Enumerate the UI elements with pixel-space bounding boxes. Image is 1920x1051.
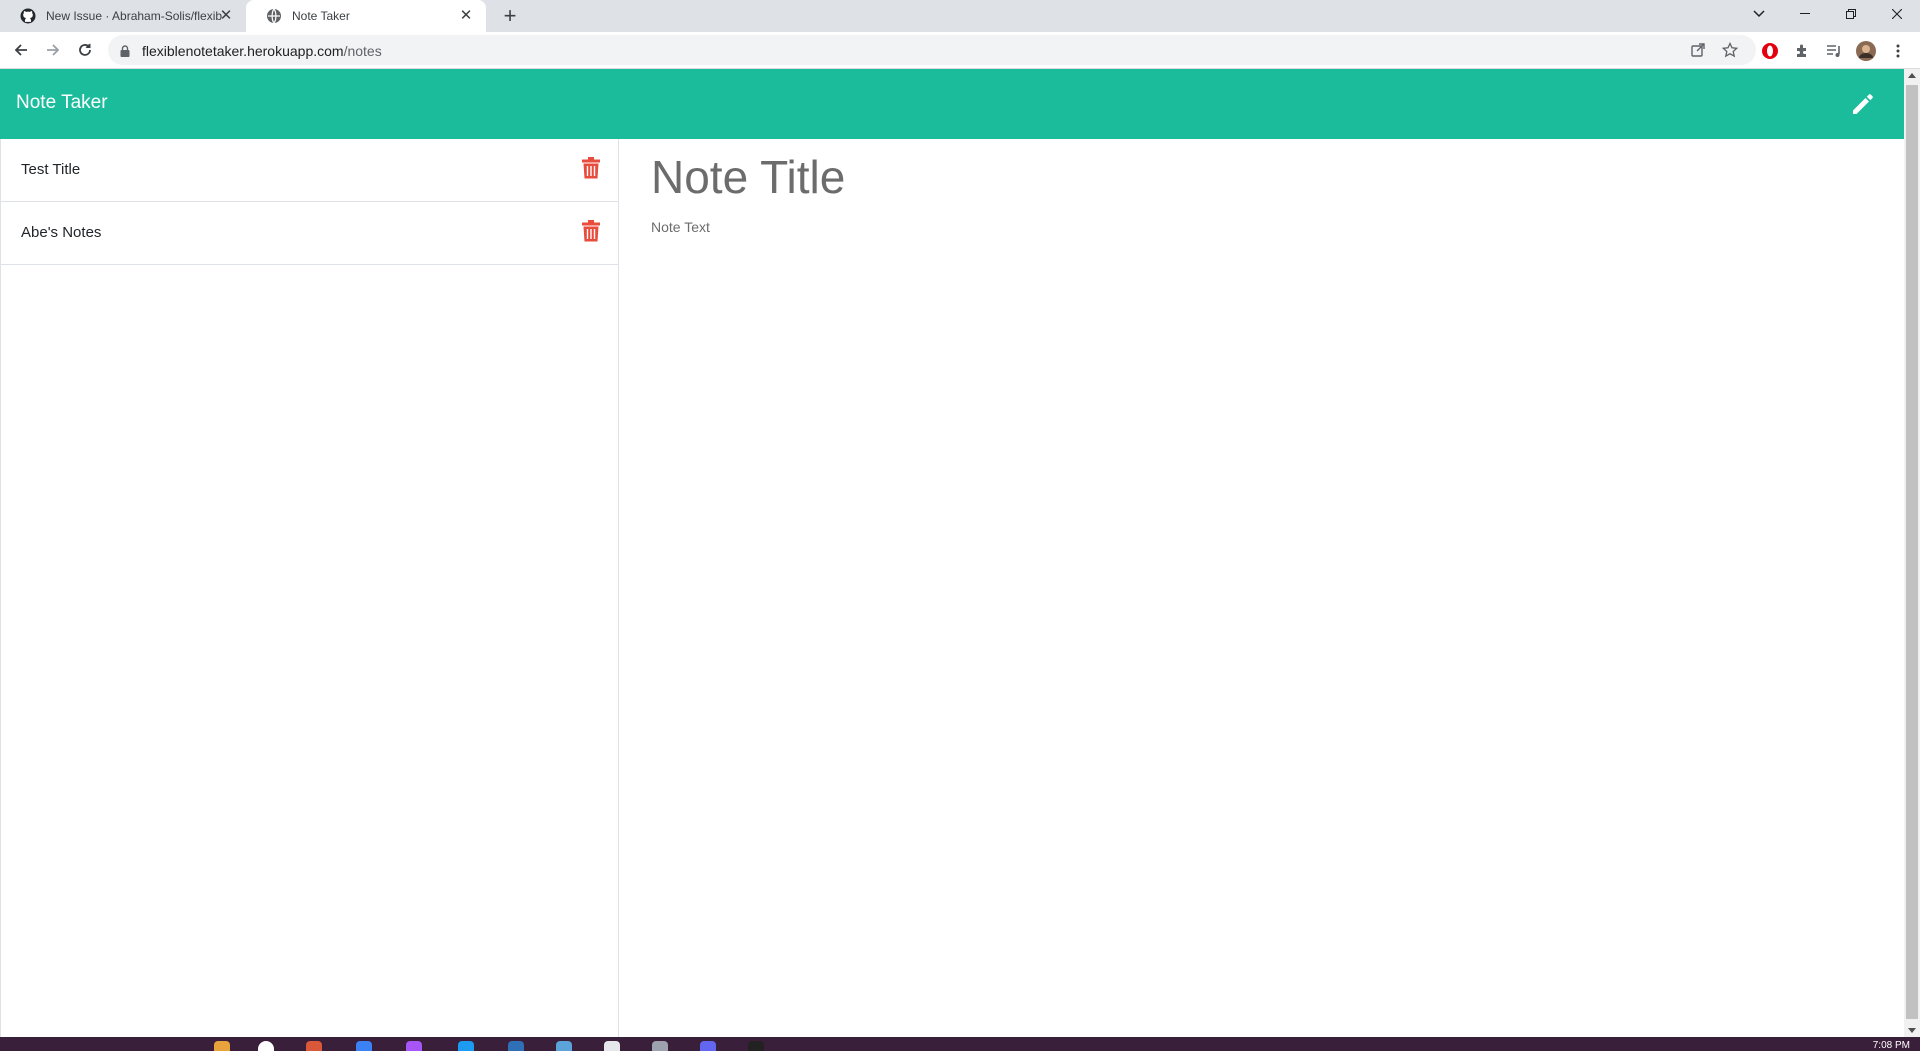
close-icon[interactable]: ✕ bbox=[218, 8, 234, 24]
bookmark-star-icon[interactable] bbox=[1721, 41, 1739, 58]
app-icon[interactable] bbox=[604, 1041, 620, 1051]
tab-title: New Issue · Abraham-Solis/flexib bbox=[46, 9, 222, 23]
app-icon[interactable] bbox=[406, 1041, 422, 1051]
media-queue-icon[interactable] bbox=[1824, 41, 1844, 61]
os-taskbar: 7:08 PM bbox=[0, 1037, 1920, 1051]
profile-avatar[interactable] bbox=[1856, 41, 1876, 61]
tab-title: Note Taker bbox=[292, 9, 350, 23]
scroll-up-icon[interactable] bbox=[1908, 73, 1916, 78]
share-icon[interactable] bbox=[1690, 42, 1706, 58]
scrollbar-thumb[interactable] bbox=[1906, 85, 1918, 1019]
minimize-button[interactable] bbox=[1782, 0, 1828, 28]
url-host: flexiblenotetaker.herokuapp.com bbox=[142, 43, 344, 59]
chrome-app-icon[interactable] bbox=[258, 1041, 274, 1051]
note-list-title[interactable]: Abe's Notes bbox=[21, 224, 101, 241]
app-navbar: Note Taker bbox=[0, 69, 1904, 139]
app-icon[interactable] bbox=[458, 1041, 474, 1051]
restore-button[interactable] bbox=[1828, 0, 1874, 28]
app-icon[interactable] bbox=[748, 1041, 764, 1051]
note-taker-page: Note Taker Test Title Abe's Notes bbox=[0, 69, 1904, 1037]
forward-arrow-icon[interactable] bbox=[41, 38, 65, 62]
list-item[interactable]: Test Title bbox=[1, 139, 618, 202]
note-text-input[interactable] bbox=[651, 219, 1851, 919]
note-list-title[interactable]: Test Title bbox=[21, 161, 80, 178]
scroll-down-icon[interactable] bbox=[1908, 1028, 1916, 1033]
page-scrollbar[interactable] bbox=[1904, 69, 1920, 1037]
close-icon[interactable]: ✕ bbox=[458, 8, 474, 24]
trash-icon[interactable] bbox=[582, 220, 600, 242]
browser-tab-bar: New Issue · Abraham-Solis/flexib ✕ Note … bbox=[0, 0, 1920, 32]
browser-tab-note-taker[interactable]: Note Taker ✕ bbox=[246, 0, 486, 32]
opera-extension-icon[interactable] bbox=[1760, 41, 1780, 61]
app-icon[interactable] bbox=[652, 1041, 668, 1051]
globe-icon bbox=[266, 8, 282, 24]
app-icon[interactable] bbox=[356, 1041, 372, 1051]
list-item[interactable]: Abe's Notes bbox=[1, 202, 618, 265]
note-list: Test Title Abe's Notes bbox=[0, 139, 619, 1037]
file-explorer-icon[interactable] bbox=[214, 1041, 230, 1051]
reload-icon[interactable] bbox=[73, 38, 97, 62]
url-text: flexiblenotetaker.herokuapp.com/notes bbox=[142, 43, 382, 59]
url-path: /notes bbox=[343, 43, 382, 59]
browser-menu-icon[interactable] bbox=[1888, 41, 1908, 61]
trash-icon[interactable] bbox=[582, 157, 600, 179]
close-window-button[interactable] bbox=[1874, 0, 1920, 28]
browser-toolbar: flexiblenotetaker.herokuapp.com/notes bbox=[0, 32, 1920, 69]
address-bar[interactable]: flexiblenotetaker.herokuapp.com/notes bbox=[108, 35, 1756, 65]
extensions-puzzle-icon[interactable] bbox=[1792, 41, 1812, 61]
taskbar-clock[interactable]: 7:08 PM bbox=[1873, 1040, 1910, 1051]
app-icon[interactable] bbox=[508, 1041, 524, 1051]
app-icon[interactable] bbox=[700, 1041, 716, 1051]
note-editor bbox=[620, 139, 1904, 1037]
tab-search-icon[interactable] bbox=[1736, 0, 1782, 28]
browser-tab-github[interactable]: New Issue · Abraham-Solis/flexib ✕ bbox=[0, 0, 246, 32]
back-arrow-icon[interactable] bbox=[9, 38, 33, 62]
note-title-input[interactable] bbox=[651, 147, 1851, 207]
app-icon[interactable] bbox=[556, 1041, 572, 1051]
app-icon[interactable] bbox=[306, 1041, 322, 1051]
new-tab-button[interactable]: + bbox=[498, 4, 522, 28]
pencil-icon[interactable] bbox=[1850, 91, 1876, 117]
github-icon bbox=[20, 8, 36, 24]
app-brand[interactable]: Note Taker bbox=[16, 92, 108, 114]
lock-icon[interactable] bbox=[120, 44, 130, 62]
